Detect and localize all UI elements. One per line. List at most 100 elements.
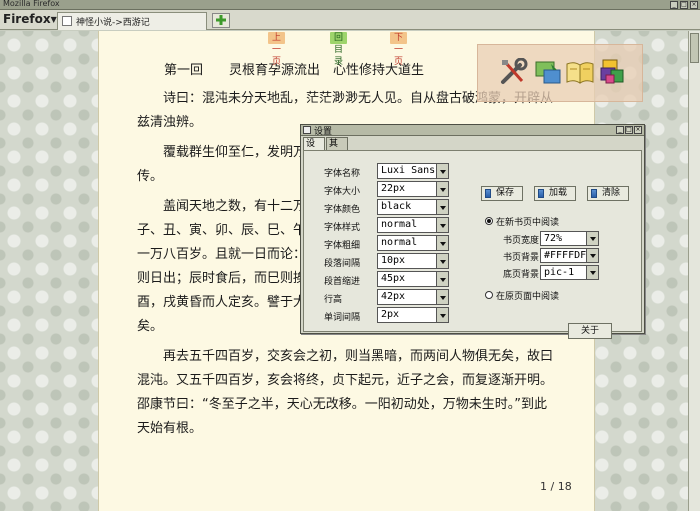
dialog-close-button[interactable]: × (634, 126, 642, 134)
radio-original-page-label: 在原页面中阅读 (496, 292, 560, 302)
select-value: 72% (544, 233, 563, 244)
chevron-down-icon[interactable] (436, 289, 449, 305)
layout-pane-icon[interactable] (533, 58, 563, 86)
select-value: normal (381, 219, 418, 230)
tab-strip: Firefox▼ 神怪小说->西游记 (0, 10, 700, 30)
dialog-titlebar[interactable]: 设置 _ □ × (301, 125, 644, 137)
chevron-down-icon[interactable] (586, 248, 599, 263)
field-paragraph-spacing: 段落间隔 10px (304, 253, 474, 269)
select-value: #FFFFDF (544, 250, 587, 261)
font-weight-select[interactable]: normal (377, 235, 449, 251)
first-indent-select[interactable]: 45px (377, 271, 449, 287)
about-button[interactable]: 关于 (568, 323, 612, 339)
select-value: Luxi Sans (381, 165, 436, 176)
select-value: black (381, 201, 412, 212)
page-favicon-icon (62, 16, 72, 26)
tab-settings[interactable]: 设置 (303, 137, 325, 161)
chevron-down-icon[interactable] (436, 217, 449, 233)
new-tab-button[interactable] (212, 13, 230, 28)
chevron-down-icon[interactable] (436, 307, 449, 323)
field-font-size: 字体大小 22px (304, 181, 474, 197)
minimize-button[interactable]: _ (670, 1, 678, 9)
select-value: normal (381, 237, 418, 248)
load-icon (538, 189, 544, 198)
font-name-select[interactable]: Luxi Sans (377, 163, 449, 179)
line-height-select[interactable]: 42px (377, 289, 449, 305)
chevron-down-icon[interactable] (586, 265, 599, 280)
plus-icon (216, 15, 226, 25)
dialog-maximize-button[interactable]: □ (625, 126, 633, 134)
clear-icon (591, 189, 597, 198)
field-label: 段落间隔 (324, 259, 361, 269)
field-label: 书页宽度 (503, 236, 540, 246)
chevron-down-icon[interactable] (436, 181, 449, 197)
dialog-window-icon (303, 126, 311, 134)
window-controls: _ □ × (670, 1, 698, 9)
radio-original-page[interactable] (485, 291, 493, 299)
scrollbar-thumb[interactable] (690, 33, 699, 63)
field-font-color: 字体颜色 black (304, 199, 474, 215)
dialog-body: 字体名称 Luxi Sans 字体大小 22px 字体颜色 black 字体样式… (303, 150, 642, 339)
font-color-select[interactable]: black (377, 199, 449, 215)
select-value: pic-1 (544, 267, 575, 278)
maximize-button[interactable]: □ (680, 1, 688, 9)
firefox-menu-label: Firefox (3, 12, 51, 26)
dialog-minimize-button[interactable]: _ (616, 126, 624, 134)
tab-other[interactable]: 其它 (326, 137, 348, 161)
field-label: 单词间隔 (324, 313, 361, 323)
field-line-height: 行高 42px (304, 289, 474, 305)
word-spacing-select[interactable]: 2px (377, 307, 449, 323)
load-label: 加载 (549, 188, 568, 198)
select-value: 45px (381, 273, 406, 284)
page-indicator: 1 / 18 (540, 480, 572, 493)
font-style-select[interactable]: normal (377, 217, 449, 233)
field-font-style: 字体样式 normal (304, 217, 474, 233)
vertical-scrollbar[interactable] (688, 31, 700, 511)
toc-link[interactable]: 回目录 (330, 32, 348, 67)
chevron-down-icon[interactable] (436, 271, 449, 287)
clear-button[interactable]: 清除 (587, 186, 629, 201)
firefox-menu-button[interactable]: Firefox▼ (3, 12, 57, 28)
window-title: Mozilla Firefox (3, 0, 60, 8)
settings-dialog: 设置 _ □ × 设置 其它 字体名称 Luxi Sans 字体大小 22px … (300, 124, 645, 339)
save-button[interactable]: 保存 (481, 186, 523, 201)
page-bg-select[interactable]: #FFFFDF (540, 248, 599, 263)
radio-new-page[interactable] (485, 217, 493, 225)
field-label: 行高 (324, 295, 343, 305)
select-value: 42px (381, 291, 406, 302)
field-word-spacing: 单词间隔 2px (304, 307, 474, 323)
font-size-select[interactable]: 22px (377, 181, 449, 197)
open-book-icon[interactable] (565, 58, 595, 86)
paragraph: 再去五千四百岁，交亥会之初，则当黑暗，而两间人物俱无矣，故曰混沌。又五千四百岁，… (137, 349, 554, 436)
field-label: 字体样式 (324, 223, 361, 233)
field-first-indent: 段首缩进 45px (304, 271, 474, 287)
field-label: 字体名称 (324, 169, 361, 179)
chevron-down-icon[interactable] (436, 163, 449, 179)
close-button[interactable]: × (690, 1, 698, 9)
chevron-down-icon[interactable] (436, 235, 449, 251)
paragraph-spacing-select[interactable]: 10px (377, 253, 449, 269)
tab-title: 神怪小说->西游记 (76, 18, 150, 28)
chevron-down-icon[interactable] (436, 253, 449, 269)
page-width-select[interactable]: 72% (540, 231, 599, 246)
dialog-title: 设置 (314, 127, 333, 137)
chevron-down-icon[interactable] (586, 231, 599, 246)
save-label: 保存 (496, 188, 515, 198)
wrench-screwdriver-icon[interactable] (498, 58, 528, 86)
reader-tool-panel (477, 44, 643, 102)
chevron-down-icon: ▼ (50, 15, 57, 24)
field-label: 书页背景 (503, 253, 540, 263)
field-font-name: 字体名称 Luxi Sans (304, 163, 474, 179)
prev-page-link[interactable]: 上一页 (268, 32, 286, 67)
base-bg-select[interactable]: pic-1 (540, 265, 599, 280)
field-label: 段首缩进 (324, 277, 361, 287)
select-value: 22px (381, 183, 406, 194)
color-blocks-icon[interactable] (597, 58, 627, 86)
select-value: 2px (381, 309, 400, 320)
tab-current[interactable]: 神怪小说->西游记 (57, 12, 207, 30)
chevron-down-icon[interactable] (436, 199, 449, 215)
save-icon (485, 189, 491, 198)
next-page-link[interactable]: 下一页 (390, 32, 408, 67)
select-value: 10px (381, 255, 406, 266)
load-button[interactable]: 加载 (534, 186, 576, 201)
